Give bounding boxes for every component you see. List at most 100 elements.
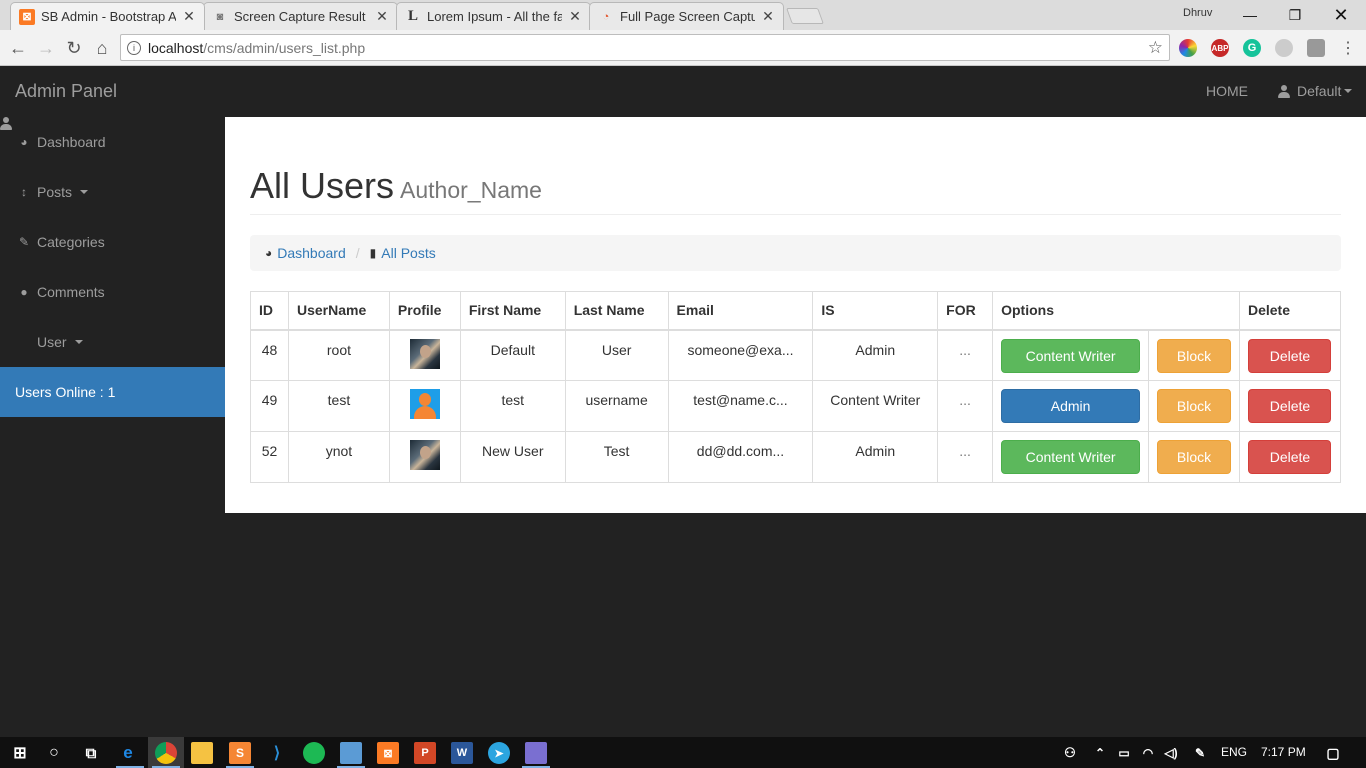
profile-name[interactable]: Dhruv (1183, 7, 1212, 19)
wifi-icon[interactable]: ◠ (1137, 742, 1159, 764)
app-icon[interactable] (340, 742, 362, 764)
sidebar-item-categories[interactable]: ✎ Categories (0, 217, 225, 267)
task-view-icon[interactable]: ⧉ (80, 742, 102, 764)
info-icon[interactable]: i (127, 40, 141, 55)
breadcrumb-all-posts-label: All Posts (381, 245, 436, 261)
column-header-is: IS (812, 291, 939, 331)
people-icon[interactable]: ⚇ (1059, 742, 1081, 764)
cell-id: 49 (250, 380, 289, 432)
file-explorer-icon[interactable] (191, 742, 213, 764)
back-icon[interactable]: ← (6, 36, 30, 60)
extension-icon[interactable] (1275, 39, 1293, 57)
minimize-icon[interactable]: — (1227, 0, 1273, 30)
cortana-icon[interactable]: ○ (43, 742, 65, 764)
close-icon[interactable]: ✕ (375, 8, 389, 25)
tab-screen-capture-result[interactable]: ◙ Screen Capture Result ✕ (203, 2, 398, 30)
cell-profile (388, 380, 461, 432)
cell-profile (388, 329, 461, 381)
breadcrumb-all-posts[interactable]: ▮ All Posts (370, 245, 436, 261)
caret-down-icon (1344, 89, 1353, 93)
delete-button[interactable]: Delete (1248, 389, 1332, 423)
chevron-up-icon[interactable]: ⌃ (1089, 742, 1111, 764)
browser-toolbar: ← → ↻ ⌂ i localhost/cms/admin/users_list… (0, 30, 1366, 66)
arrows-vertical-icon: ↕ (21, 185, 27, 199)
word-icon[interactable]: W (451, 742, 473, 764)
vscode-icon[interactable]: ⟩ (266, 742, 288, 764)
camera-icon: ◙ (216, 10, 224, 23)
lorem-icon: L (407, 8, 418, 24)
delete-button[interactable]: Delete (1248, 440, 1332, 474)
table-row: 48 root Default User someone@exa... Admi… (250, 329, 1342, 381)
restore-icon[interactable]: ❐ (1272, 0, 1318, 30)
close-window-icon[interactable]: ✕ (1318, 0, 1364, 30)
powerpoint-icon[interactable]: P (414, 742, 436, 764)
forward-icon[interactable]: → (34, 36, 58, 60)
tab-sb-admin[interactable]: ⊠ SB Admin - Bootstrap Ad ✕ (10, 2, 205, 30)
clock[interactable]: 7:17 PM (1261, 745, 1306, 759)
tab-lorem-ipsum[interactable]: L Lorem Ipsum - All the fac ✕ (396, 2, 591, 30)
breadcrumb-dashboard[interactable]: ◕ Dashboard (265, 245, 346, 261)
edge-icon[interactable]: e (117, 742, 139, 764)
telegram-icon[interactable]: ➤ (488, 742, 510, 764)
cell-id: 48 (250, 329, 289, 381)
home-icon[interactable]: ⌂ (90, 36, 114, 60)
make-content-writer-button[interactable]: Content Writer (1001, 338, 1141, 373)
block-button[interactable]: Block (1157, 338, 1232, 373)
make-content-writer-button[interactable]: Content Writer (1001, 440, 1141, 474)
windows-start-icon[interactable]: ⊞ (9, 742, 31, 764)
grammarly-icon[interactable]: G (1243, 39, 1261, 57)
cell-for: ... (937, 329, 994, 381)
close-icon[interactable]: ✕ (568, 8, 582, 25)
home-link[interactable]: HOME (1206, 83, 1248, 99)
adblock-plus-icon[interactable]: ABP (1211, 39, 1229, 57)
cell-email: test@name.c... (667, 380, 814, 432)
cell-is: Admin (812, 431, 939, 483)
pen-icon[interactable]: ✎ (1189, 742, 1211, 764)
new-tab-button[interactable] (786, 8, 824, 24)
chrome-icon[interactable] (155, 742, 177, 764)
caret-down-icon (80, 190, 89, 194)
sidebar-item-dashboard[interactable]: ◕ Dashboard (0, 117, 225, 167)
brand-logo-text[interactable]: Admin Panel (15, 81, 117, 102)
address-bar[interactable]: i localhost/cms/admin/users_list.php ☆ (120, 34, 1170, 61)
xampp-icon[interactable]: ⊠ (377, 742, 399, 764)
sidebar-item-posts[interactable]: ↕ Posts (0, 167, 225, 217)
page-subtitle: Author_Name (400, 177, 542, 203)
cell-first-name: test (459, 380, 566, 432)
users-table: ID UserName Profile First Name Last Name… (250, 291, 1342, 483)
url-host: localhost (148, 39, 204, 56)
cell-option: Content Writer (992, 431, 1150, 483)
sidebar-item-user[interactable]: User (0, 317, 225, 367)
notification-icon[interactable]: ▢ (1322, 742, 1344, 764)
close-icon[interactable]: ✕ (761, 8, 775, 25)
breadcrumb: ◕ Dashboard / ▮ All Posts (250, 235, 1341, 271)
page-title: All Users (250, 165, 395, 206)
sidebar-item-label: User (37, 334, 67, 350)
make-admin-button[interactable]: Admin (1001, 389, 1141, 423)
block-button[interactable]: Block (1157, 440, 1232, 474)
sublime-text-icon[interactable]: S (229, 742, 251, 764)
block-button[interactable]: Block (1157, 389, 1232, 423)
spotify-icon[interactable] (303, 742, 325, 764)
avatar (409, 389, 440, 419)
sidebar-item-comments[interactable]: ● Comments (0, 267, 225, 317)
screen-capture-extension-icon[interactable] (1307, 39, 1325, 57)
color-picker-extension-icon[interactable] (1179, 39, 1197, 57)
paint-icon[interactable] (525, 742, 547, 764)
delete-button[interactable]: Delete (1248, 338, 1332, 373)
caret-down-icon (74, 340, 83, 344)
chrome-menu-icon[interactable]: ⋮ (1336, 36, 1360, 60)
user-dropdown[interactable]: Default (1278, 83, 1353, 99)
language-indicator[interactable]: ENG (1221, 745, 1247, 759)
close-icon[interactable]: ✕ (182, 8, 196, 25)
page-header: All Users Author_Name (250, 165, 1341, 215)
tab-full-page-capture[interactable]: ◔ Full Page Screen Capture ✕ (589, 2, 784, 30)
cell-delete: Delete (1238, 380, 1342, 432)
volume-icon[interactable]: ◁) (1160, 742, 1182, 764)
bookmark-star-icon[interactable]: ☆ (1148, 38, 1163, 58)
cell-first-name: Default (459, 329, 566, 381)
avatar (409, 440, 440, 470)
cell-username: test (287, 380, 390, 432)
battery-icon[interactable]: ▭ (1113, 742, 1135, 764)
reload-icon[interactable]: ↻ (62, 36, 86, 60)
